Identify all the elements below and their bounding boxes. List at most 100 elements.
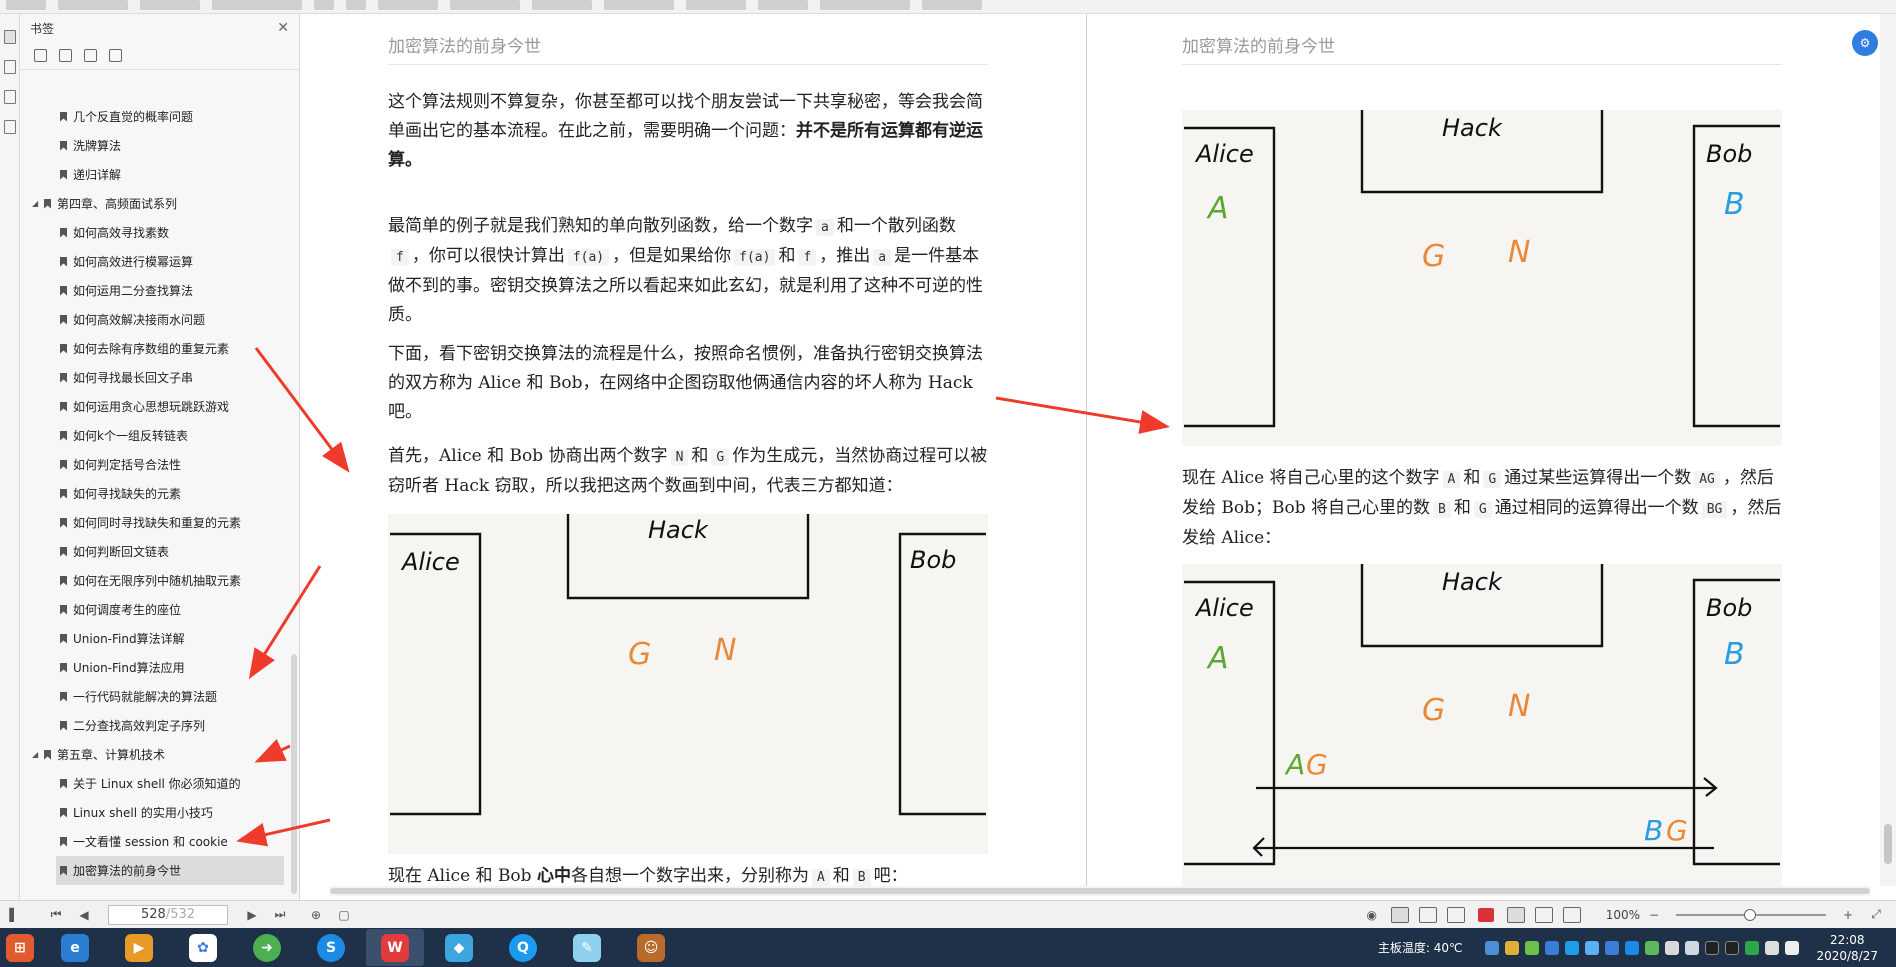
close-icon[interactable]: ✕ <box>277 20 289 36</box>
eye-icon[interactable]: ◉ <box>1364 907 1380 923</box>
bookmark-item[interactable]: 递归详解 <box>20 160 290 189</box>
zoom-slider-knob[interactable] <box>1744 908 1756 921</box>
last-page-icon[interactable]: ⏭ <box>272 907 288 923</box>
bookmark-item[interactable]: Union-Find算法详解 <box>20 624 290 653</box>
tray-icon[interactable] <box>1545 940 1560 955</box>
page-icon[interactable]: ▢ <box>336 907 352 923</box>
bookmark-item[interactable]: 如何运用贪心思想玩跳跃游戏 <box>20 392 290 421</box>
bookmark-item[interactable]: 如何判定括号合法性 <box>20 450 290 479</box>
annotation-tab-icon[interactable] <box>4 120 16 134</box>
fit-width-icon[interactable] <box>1506 906 1525 923</box>
bookmark-item[interactable]: 如何运用二分查找算法 <box>20 276 290 305</box>
bookmark-item[interactable]: 如何高效寻找素数 <box>20 218 290 247</box>
wechat-icon[interactable] <box>1745 940 1760 955</box>
bookmark-item[interactable]: 如何高效进行模幂运算 <box>20 247 290 276</box>
bookmark-item[interactable]: Union-Find算法应用 <box>20 653 290 682</box>
wps-icon: W <box>381 933 409 962</box>
bookmark-label: 二分查找高效判定子序列 <box>73 719 206 733</box>
page-number-field[interactable]: 528/532 <box>108 904 228 925</box>
expand-all-icon[interactable] <box>34 49 47 62</box>
network-icon[interactable] <box>1765 940 1780 955</box>
expand-caret-icon[interactable]: ◢ <box>32 199 44 208</box>
expand-caret-icon[interactable]: ◢ <box>32 750 44 759</box>
bookmark-item[interactable]: 如何高效解决接雨水问题 <box>20 305 290 334</box>
floating-tool-button[interactable]: ⚙ <box>1852 30 1878 56</box>
vertical-scrollbar[interactable] <box>1880 14 1896 886</box>
search-tab-icon[interactable] <box>4 90 16 104</box>
taskbar-app-qq-browser[interactable]: Q <box>494 929 552 966</box>
bookmark-chapter[interactable]: ◢ 第五章、计算机技术 <box>20 740 290 769</box>
bookmark-item[interactable]: 如何去除有序数组的重复元素 <box>20 334 290 363</box>
bob-label: Bob <box>1706 140 1752 168</box>
bookmark-item[interactable]: 如何在无限序列中随机抽取元素 <box>20 566 290 595</box>
bookmark-item[interactable]: Linux shell 的实用小技巧 <box>20 798 290 827</box>
continuous-view-icon[interactable] <box>1418 906 1437 923</box>
bookmark-item[interactable]: 关于 Linux shell 你必须知道的 <box>20 769 290 798</box>
start-button[interactable]: ⊞ <box>0 929 40 966</box>
zoom-slider[interactable] <box>1676 908 1826 921</box>
bookmark-icon[interactable] <box>109 49 122 62</box>
bookmark-item[interactable]: 一文看懂 session 和 cookie <box>20 827 290 856</box>
tray-icon[interactable] <box>1605 940 1620 955</box>
bookmark-item[interactable]: 如何寻找缺失的元素 <box>20 479 290 508</box>
clock[interactable]: 22:08 2020/8/27 <box>1816 932 1878 964</box>
qq-icon[interactable] <box>1705 940 1720 955</box>
prev-page-icon[interactable]: ◀ <box>76 907 92 923</box>
bookmark-item[interactable]: 几个反直觉的概率问题 <box>20 102 290 131</box>
taskbar-app-ie[interactable]: e <box>46 929 104 966</box>
taskbar-app-green[interactable]: ➜ <box>238 929 296 966</box>
zoom-in-icon[interactable]: + <box>1840 907 1856 923</box>
tray-icon[interactable] <box>1585 940 1600 955</box>
bookmark-item[interactable]: 一行代码就能解决的算法题 <box>20 682 290 711</box>
bookmark-scrollbar[interactable] <box>291 654 297 894</box>
bookmark-item[interactable]: 如何调度考生的座位 <box>20 595 290 624</box>
taskbar-app-avatar[interactable]: ☺ <box>622 929 680 966</box>
tray-icon[interactable] <box>1485 940 1500 955</box>
top-toolbar <box>0 0 1896 14</box>
sidebar-toggle-icon[interactable]: ▌ <box>6 907 22 923</box>
scroll-thumb[interactable] <box>330 888 1870 894</box>
taskbar-app-notes[interactable]: ✎ <box>558 929 616 966</box>
play-icon[interactable] <box>1477 907 1494 922</box>
bookmark-item[interactable]: 二分查找高效判定子序列 <box>20 711 290 740</box>
taskbar-app-wps[interactable]: W <box>366 929 424 966</box>
tray-icon[interactable] <box>1645 940 1660 955</box>
add-page-icon[interactable]: ⊕ <box>308 907 324 923</box>
actual-size-icon[interactable] <box>1562 906 1581 923</box>
bookmark-item[interactable]: 如何判断回文链表 <box>20 537 290 566</box>
tray-icon[interactable] <box>1665 940 1680 955</box>
taskbar-app-video[interactable]: ▶ <box>110 929 168 966</box>
collapse-all-icon[interactable] <box>59 49 72 62</box>
tray-icon[interactable] <box>1525 940 1540 955</box>
taskbar-app-flower[interactable]: ✿ <box>174 929 232 966</box>
horizontal-scrollbar[interactable] <box>330 886 1870 896</box>
first-page-icon[interactable]: ⏮ <box>48 907 64 923</box>
bookmark-chapter[interactable]: ◢ 第四章、高频面试系列 <box>20 189 290 218</box>
fullscreen-icon[interactable]: ⤢ <box>1868 907 1884 923</box>
tray-icon[interactable] <box>1565 940 1580 955</box>
zoom-level[interactable]: 100% <box>1606 908 1640 922</box>
bob-label: Bob <box>910 546 956 574</box>
qq-icon[interactable] <box>1725 940 1740 955</box>
bookmark-item[interactable]: 如何同时寻找缺失和重复的元素 <box>20 508 290 537</box>
taskbar-app-sogou[interactable]: S <box>302 929 360 966</box>
scroll-thumb[interactable] <box>1884 824 1892 864</box>
add-bookmark-icon[interactable] <box>84 49 97 62</box>
bookmark-item[interactable]: 如何寻找最长回文子串 <box>20 363 290 392</box>
tray-icon[interactable] <box>1625 940 1640 955</box>
volume-icon[interactable] <box>1685 940 1700 955</box>
next-page-icon[interactable]: ▶ <box>244 907 260 923</box>
bookmark-item[interactable]: 加密算法的前身今世 <box>56 856 284 885</box>
tray-icon[interactable] <box>1505 940 1520 955</box>
bookmark-item[interactable]: 洗牌算法 <box>20 131 290 160</box>
zoom-out-icon[interactable]: − <box>1646 907 1662 923</box>
two-page-view-icon[interactable] <box>1446 906 1465 923</box>
speaker-icon[interactable] <box>1785 940 1800 955</box>
taskbar-app-cube[interactable]: ◆ <box>430 929 488 966</box>
bookmark-item[interactable]: 如何k个一组反转链表 <box>20 421 290 450</box>
bookmark-label: 递归详解 <box>73 168 122 182</box>
thumbnail-tab-icon[interactable] <box>4 60 16 74</box>
single-page-view-icon[interactable] <box>1390 906 1409 923</box>
bookmark-tab-icon[interactable] <box>4 30 16 44</box>
fit-page-icon[interactable] <box>1534 906 1553 923</box>
